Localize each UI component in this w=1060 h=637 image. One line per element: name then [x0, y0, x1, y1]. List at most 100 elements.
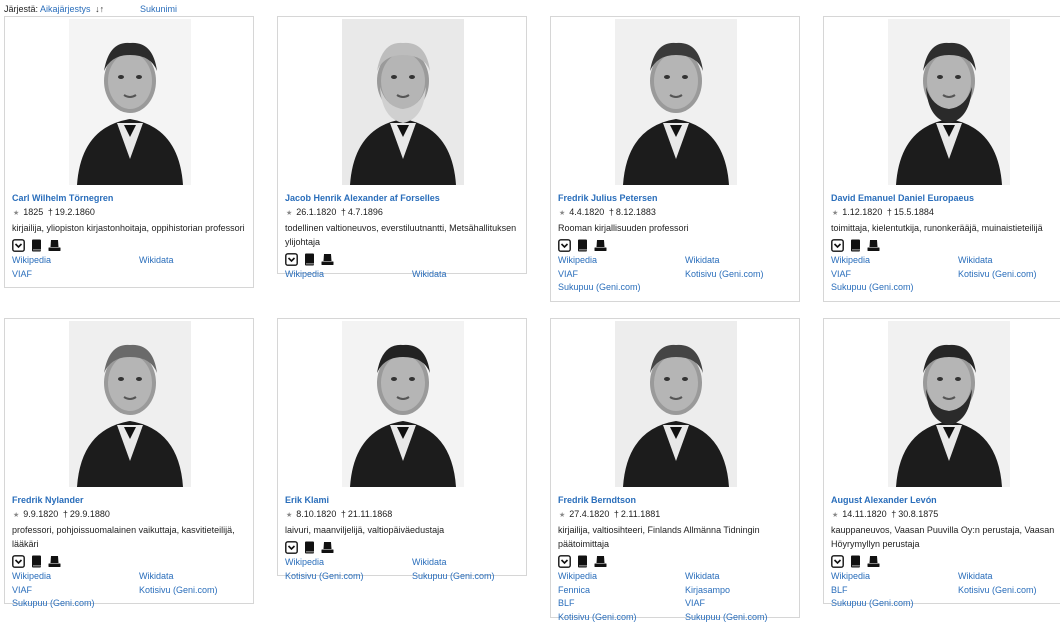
person-name-link[interactable]: Carl Wilhelm Törnegren	[12, 193, 113, 203]
portrait-photo[interactable]	[615, 19, 737, 185]
person-link[interactable]: Wikidata	[685, 254, 798, 268]
death-date: 30.8.1875	[898, 509, 939, 519]
person-link[interactable]: Wikipedia	[285, 556, 412, 570]
person-link[interactable]: Wikipedia	[831, 570, 958, 584]
death-dagger-icon: †	[340, 207, 346, 217]
person-link[interactable]: Kotisivu (Geni.com)	[558, 611, 685, 625]
person-link[interactable]: Sukupuu (Geni.com)	[685, 611, 798, 625]
life-dates: ★ 4.4.1820 † 8.12.1883	[558, 205, 798, 221]
inbox-icon[interactable]	[558, 238, 571, 252]
person-name-link[interactable]: Fredrik Nylander	[12, 495, 84, 505]
person-description: kauppaneuvos, Vaasan Puuvilla Oy:n perus…	[831, 525, 1055, 549]
portrait-photo[interactable]	[69, 321, 191, 487]
hat-icon[interactable]	[594, 239, 607, 252]
person-link[interactable]: Wikipedia	[12, 254, 139, 268]
book-icon[interactable]	[576, 239, 589, 252]
person-link[interactable]: Wikipedia	[558, 570, 685, 584]
person-link[interactable]: Kotisivu (Geni.com)	[139, 584, 252, 598]
person-name-link[interactable]: Fredrik Berndtson	[558, 495, 636, 505]
birth-star-icon: ★	[13, 210, 20, 217]
person-link[interactable]: Kotisivu (Geni.com)	[685, 268, 798, 282]
sort-ascending-icon[interactable]: ↓↑	[95, 3, 104, 15]
death-date: 21.11.1868	[347, 509, 393, 519]
book-icon[interactable]	[30, 555, 43, 568]
person-link[interactable]: Kirjasampo	[685, 584, 798, 598]
hat-icon[interactable]	[321, 541, 334, 554]
hat-icon[interactable]	[321, 253, 334, 266]
person-link[interactable]: Sukupuu (Geni.com)	[12, 597, 139, 611]
person-link[interactable]: Wikidata	[958, 254, 1060, 268]
person-name-link[interactable]: David Emanuel Daniel Europaeus	[831, 193, 974, 203]
person-link[interactable]: VIAF	[685, 597, 798, 611]
person-link[interactable]: Sukupuu (Geni.com)	[412, 570, 525, 584]
life-dates: ★ 8.10.1820 † 21.11.1868	[285, 507, 525, 523]
portrait-photo[interactable]	[342, 321, 464, 487]
inbox-icon[interactable]	[558, 554, 571, 568]
person-link[interactable]: Kotisivu (Geni.com)	[958, 268, 1060, 282]
inbox-icon[interactable]	[831, 554, 844, 568]
hat-icon[interactable]	[594, 555, 607, 568]
person-name-link[interactable]: Jacob Henrik Alexander af Forselles	[285, 193, 440, 203]
portrait-photo[interactable]	[342, 19, 464, 185]
book-icon[interactable]	[30, 239, 43, 252]
person-name-link[interactable]: Erik Klami	[285, 495, 329, 505]
portrait-photo[interactable]	[615, 321, 737, 487]
death-dagger-icon: †	[608, 207, 614, 217]
inbox-icon[interactable]	[12, 554, 25, 568]
person-name-link[interactable]: August Alexander Levón	[831, 495, 937, 505]
person-link[interactable]: Sukupuu (Geni.com)	[831, 597, 958, 611]
person-link[interactable]: Wikidata	[412, 268, 525, 282]
death-dagger-icon: †	[886, 207, 892, 217]
person-link[interactable]: Wikipedia	[12, 570, 139, 584]
person-link[interactable]: Kotisivu (Geni.com)	[285, 570, 412, 584]
person-link[interactable]: Wikipedia	[285, 268, 412, 282]
person-link[interactable]: Sukupuu (Geni.com)	[831, 281, 958, 295]
sort-label: Järjestä:	[4, 4, 39, 14]
person-link[interactable]: VIAF	[831, 268, 958, 282]
death-dagger-icon: †	[340, 509, 346, 519]
life-dates: ★ 9.9.1820 † 29.9.1880	[12, 507, 252, 523]
person-links: Wikipedia Wikidata VIAF Kotisivu (Geni.com)…	[558, 254, 798, 295]
person-link[interactable]: Wikidata	[958, 570, 1060, 584]
sort-option-surname[interactable]: Sukunimi	[140, 3, 177, 15]
portrait-photo[interactable]	[888, 321, 1010, 487]
person-link[interactable]: VIAF	[12, 584, 139, 598]
inbox-icon[interactable]	[12, 238, 25, 252]
person-links: Wikipedia Wikidata Fennica Kirjasampo BLF VIA…	[558, 570, 798, 624]
person-icon-row	[285, 251, 525, 267]
person-link[interactable]: BLF	[558, 597, 685, 611]
death-dagger-icon: †	[613, 509, 619, 519]
person-link[interactable]: Kotisivu (Geni.com)	[958, 584, 1060, 598]
hat-icon[interactable]	[48, 239, 61, 252]
person-link[interactable]: Wikidata	[139, 254, 252, 268]
hat-icon[interactable]	[867, 239, 880, 252]
portrait-photo[interactable]	[69, 19, 191, 185]
hat-icon[interactable]	[48, 555, 61, 568]
birth-star-icon: ★	[286, 210, 293, 217]
book-icon[interactable]	[849, 239, 862, 252]
person-link[interactable]: Wikipedia	[558, 254, 685, 268]
person-card: Jacob Henrik Alexander af Forselles ★ 26.…	[277, 16, 527, 279]
inbox-icon[interactable]	[285, 252, 298, 266]
person-link[interactable]: VIAF	[12, 268, 139, 282]
person-link[interactable]: Wikidata	[412, 556, 525, 570]
person-links: Wikipedia Wikidata VIAF Kotisivu (Geni.com)…	[831, 254, 1060, 295]
person-link[interactable]: Wikidata	[139, 570, 252, 584]
person-link[interactable]: Wikipedia	[831, 254, 958, 268]
person-link[interactable]: Fennica	[558, 584, 685, 598]
book-icon[interactable]	[303, 541, 316, 554]
portrait-photo[interactable]	[888, 19, 1010, 185]
person-name-link[interactable]: Fredrik Julius Petersen	[558, 193, 658, 203]
death-date: 15.5.1884	[893, 207, 934, 217]
person-link[interactable]: VIAF	[558, 268, 685, 282]
book-icon[interactable]	[849, 555, 862, 568]
book-icon[interactable]	[576, 555, 589, 568]
inbox-icon[interactable]	[831, 238, 844, 252]
inbox-icon[interactable]	[285, 540, 298, 554]
hat-icon[interactable]	[867, 555, 880, 568]
book-icon[interactable]	[303, 253, 316, 266]
sort-option-chronological[interactable]: Aikajärjestys	[40, 4, 91, 14]
person-link[interactable]: Wikidata	[685, 570, 798, 584]
person-link[interactable]: BLF	[831, 584, 958, 598]
person-link[interactable]: Sukupuu (Geni.com)	[558, 281, 685, 295]
